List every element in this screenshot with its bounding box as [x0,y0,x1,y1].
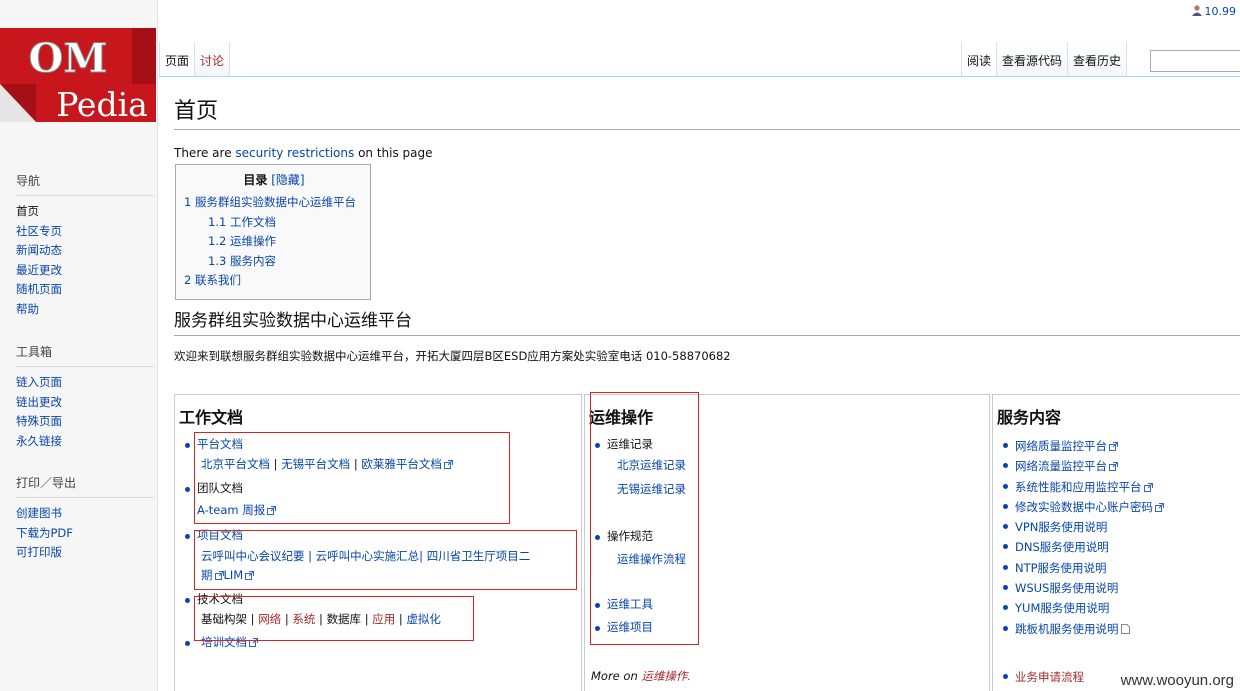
services-panel: 服务内容 网络质量监控平台 网络流量监控平台系统性能和应用监控平台 修改实验数据中心… [992,394,1240,691]
annotation-box [194,432,510,524]
service-link[interactable]: WSUS服务使用说明 [1015,581,1118,595]
document-icon [1120,620,1130,634]
service-link[interactable]: 网络质量监控平台 [1015,439,1107,453]
tools-item-label[interactable]: 永久链接 [16,434,62,448]
tools-item[interactable]: 永久链接 [16,432,154,452]
service-link[interactable]: 跳板机服务使用说明 [1015,622,1119,636]
nav-item[interactable]: 首页 [16,202,154,222]
toc-item[interactable]: 2 联系我们 [184,273,241,287]
service-item: 网络流量监控平台 [997,456,1237,476]
nav-item-label[interactable]: 随机页面 [16,282,62,296]
nav-item-label[interactable]: 最近更改 [16,263,62,277]
nav-portal: 导航 首页社区专页新闻动态最近更改随机页面帮助 [16,172,154,319]
external-link-icon [1143,478,1153,492]
service-link[interactable]: YUM服务使用说明 [1015,601,1109,615]
personal-user[interactable]: 10.99 [1191,4,1237,18]
nav-item[interactable]: 最近更改 [16,261,154,281]
annotation-box [194,530,577,590]
tools-item[interactable]: 链出更改 [16,393,154,413]
toc: 目录 [隐藏] 1 服务群组实验数据中心运维平台 1.1 工作文档 1.2 运维… [175,164,371,300]
work-docs-heading: 工作文档 [179,408,244,427]
service-item: 网络质量监控平台 [997,436,1237,456]
print-item-label[interactable]: 创建图书 [16,506,62,520]
tools-item-label[interactable]: 链出更改 [16,395,62,409]
service-link[interactable]: 修改实验数据中心账户密码 [1015,500,1153,514]
nav-item[interactable]: 随机页面 [16,280,154,300]
external-link-icon [1155,498,1164,512]
service-item: DNS服务使用说明 [997,537,1237,557]
toc-item[interactable]: 1.3 服务内容 [208,254,276,268]
print-portal: 打印／导出 创建图书下载为PDF 可打印版 [16,474,154,563]
service-item: 系统性能和应用监控平台 [997,477,1237,497]
toc-item[interactable]: 1 服务群组实验数据中心运维平台 [184,195,356,209]
security-restrictions-link[interactable]: security restrictions [235,146,354,160]
print-item-label[interactable]: 下载为PDF [16,526,73,540]
sidebar: OM Pedia 导航 首页社区专页新闻动态最近更改随机页面帮助 工具箱 链入页… [0,0,158,691]
tab-history[interactable]: 查看历史 [1067,42,1128,77]
work-docs-panel: 工作文档 平台文档 北京平台文档 | 无锡平台文档 | 欧莱雅平台文档 团队文档… [174,394,582,691]
section-heading: 服务群组实验数据中心运维平台 [174,306,1240,336]
service-link[interactable]: 网络流量监控平台 [1015,459,1107,473]
tab-talk[interactable]: 讨论 [194,42,231,77]
more-ops-link[interactable]: 运维操作. [641,669,691,683]
external-link-icon [1109,437,1118,451]
ops-panel: 运维操作 运维记录 北京运维记录 无锡运维记录 操作规范 运维操作流程 运维工具… [584,392,990,691]
nav-item[interactable]: 帮助 [16,300,154,320]
namespace-tabs: 页面 讨论 [159,42,231,77]
nav-item[interactable]: 新闻动态 [16,241,154,261]
watermark: www.wooyun.org [1120,672,1234,689]
tools-item-label[interactable]: 特殊页面 [16,414,62,428]
service-item: 跳板机服务使用说明 [997,619,1237,639]
toc-toggle[interactable]: [隐藏] [271,173,304,187]
service-item: WSUS服务使用说明 [997,578,1237,598]
tab-page[interactable]: 页面 [159,42,195,77]
print-item[interactable]: 下载为PDF [16,524,154,544]
annotation-box [194,596,474,641]
nav-item[interactable]: 社区专页 [16,222,154,242]
services-heading: 服务内容 [997,408,1062,427]
service-link[interactable]: VPN服务使用说明 [1015,520,1107,534]
svg-text:OM: OM [28,35,107,82]
service-item: NTP服务使用说明 [997,558,1237,578]
service-item: 修改实验数据中心账户密码 [997,497,1237,517]
view-tabs: 阅读 查看源代码 查看历史 [961,42,1128,77]
print-item[interactable]: 可打印版 [16,543,154,563]
toc-item[interactable]: 1.1 工作文档 [208,215,276,229]
external-link-icon [1109,457,1118,472]
print-item[interactable]: 创建图书 [16,504,154,524]
tools-item[interactable]: 链入页面 [16,373,154,393]
page-title: 首页 [174,93,1240,130]
service-item: VPN服务使用说明 [997,517,1237,537]
nav-heading: 导航 [16,172,154,196]
svg-text:Pedia: Pedia [56,85,148,124]
tools-portal: 工具箱 链入页面链出更改特殊页面永久链接 [16,343,154,451]
nav-item-label[interactable]: 首页 [16,204,39,218]
service-link[interactable]: DNS服务使用说明 [1015,540,1109,554]
toc-item[interactable]: 1.2 运维操作 [208,234,276,248]
tab-view-source[interactable]: 查看源代码 [996,42,1068,77]
tab-read[interactable]: 阅读 [961,42,997,77]
service-link[interactable]: 系统性能和应用监控平台 [1015,480,1142,494]
welcome-text: 欢迎来到联想服务群组实验数据中心运维平台，开拓大厦四层B区ESD应用方案处实验室… [174,348,731,363]
toc-title: 目录 [243,173,268,187]
restriction-notice: There are security restrictions on this … [174,146,433,160]
annotation-box [590,392,699,645]
service-item: YUM服务使用说明 [997,598,1237,618]
tools-heading: 工具箱 [16,343,154,367]
print-heading: 打印／导出 [16,474,154,498]
content: 首页 There are security restrictions on th… [174,77,1240,364]
service-link[interactable]: NTP服务使用说明 [1015,561,1107,575]
nav-item-label[interactable]: 社区专页 [16,224,62,238]
user-icon [1191,5,1202,16]
nav-item-label[interactable]: 新闻动态 [16,243,62,257]
nav-item-label[interactable]: 帮助 [16,302,39,316]
site-logo[interactable]: OM Pedia [0,26,156,124]
print-item-label[interactable]: 可打印版 [16,545,62,559]
user-ip[interactable]: 10.99 [1205,5,1237,18]
more-ops: More on 运维操作. [591,669,692,683]
business-request-link[interactable]: 业务申请流程 [1015,670,1084,684]
search-input[interactable] [1150,50,1240,72]
tools-item[interactable]: 特殊页面 [16,412,154,432]
tools-item-label[interactable]: 链入页面 [16,375,62,389]
